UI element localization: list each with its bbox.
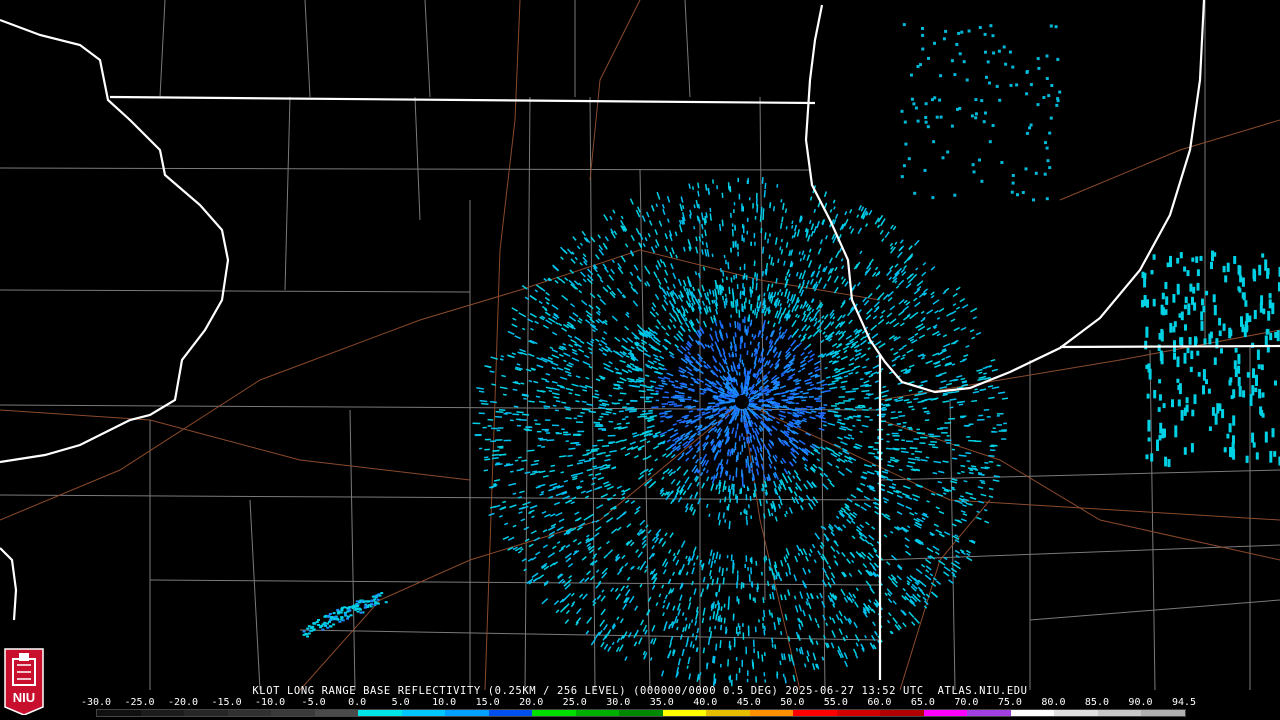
scale-label: 55.0	[823, 697, 848, 708]
scale-label: -30.0	[80, 697, 112, 708]
scale-label: 10.0	[432, 697, 457, 708]
scale-swatch	[314, 710, 359, 716]
color-scale-bar	[96, 709, 1186, 717]
scale-label: -25.0	[124, 697, 155, 708]
scale-label: -15.0	[211, 697, 242, 708]
scale-swatch	[97, 710, 141, 716]
scale-label: 75.0	[997, 697, 1022, 708]
radar-map	[0, 0, 1280, 691]
scale-label: 15.0	[475, 697, 500, 708]
scale-swatch	[793, 710, 837, 716]
indiana-michigan-border	[1059, 344, 1280, 349]
scale-label: 5.0	[391, 697, 410, 708]
scale-swatch	[1010, 710, 1055, 716]
scale-swatch	[662, 710, 707, 716]
state-boundaries	[0, 0, 1280, 680]
scale-swatch	[445, 710, 489, 716]
scale-swatch	[575, 710, 620, 716]
niu-logo-text: NIU	[13, 690, 35, 705]
wisconsin-illinois-border	[109, 95, 816, 105]
scale-label: 45.0	[736, 697, 761, 708]
scale-label: -20.0	[167, 697, 199, 708]
scale-label: 60.0	[867, 697, 892, 708]
scale-label: -10.0	[255, 697, 286, 708]
scale-label: 20.0	[519, 697, 544, 708]
scale-swatch	[749, 710, 794, 716]
color-scale-labels: -30.0 -25.0 -20.0 -15.0 -10.0 -5.0 0.0 5.0 10.0 1…	[81, 697, 1197, 709]
scale-label: 85.0	[1084, 697, 1109, 708]
scale-label: 80.0	[1041, 697, 1066, 708]
scale-label: 50.0	[780, 697, 805, 708]
lake-michigan-shore-west	[804, 0, 1206, 394]
scale-swatch	[1097, 710, 1142, 716]
west-edge-border	[0, 547, 18, 621]
scale-swatch	[923, 710, 968, 716]
scale-label: 94.5	[1171, 697, 1197, 708]
scale-swatch	[184, 710, 228, 716]
scale-swatch	[880, 710, 924, 716]
scale-label: 90.0	[1128, 697, 1153, 708]
scale-label: 40.0	[693, 697, 718, 708]
scale-swatch	[271, 710, 315, 716]
scale-swatch	[532, 710, 576, 716]
scale-swatch	[706, 710, 750, 716]
product-caption: KLOT LONG RANGE BASE REFLECTIVITY (0.25K…	[252, 685, 1028, 697]
scale-label: 70.0	[954, 697, 979, 708]
scale-label: 35.0	[649, 697, 674, 708]
scale-swatch	[140, 710, 185, 716]
mississippi-river-border	[0, 18, 230, 464]
scale-swatch	[1054, 710, 1098, 716]
scale-swatch	[358, 710, 402, 716]
scale-swatch	[1141, 710, 1185, 716]
scale-label: 65.0	[910, 697, 935, 708]
scale-label: 0.0	[348, 697, 367, 708]
niu-logo: NIU	[4, 648, 44, 715]
scale-swatch	[619, 710, 663, 716]
scale-label: -5.0	[301, 697, 326, 708]
scale-swatch	[227, 710, 272, 716]
radar-echoes	[302, 23, 1280, 687]
scale-swatch	[401, 710, 446, 716]
scale-label: 30.0	[606, 697, 631, 708]
radar-site-marker	[735, 395, 749, 409]
scale-swatch	[967, 710, 1011, 716]
scale-swatch	[488, 710, 533, 716]
scale-swatch	[836, 710, 881, 716]
scale-label: 25.0	[562, 697, 587, 708]
